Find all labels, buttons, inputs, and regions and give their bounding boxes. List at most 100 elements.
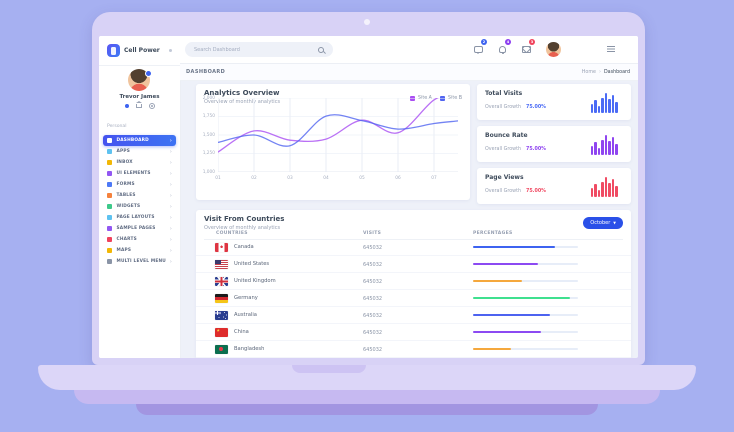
sidebar-item-dashboard[interactable]: DASHBOARD› xyxy=(103,135,176,146)
search-input[interactable] xyxy=(185,47,314,53)
page-layouts-icon xyxy=(107,215,112,220)
brand-logo-icon[interactable] xyxy=(107,44,120,57)
uk-flag-icon xyxy=(215,277,228,286)
multi-level-menu-icon xyxy=(107,259,112,264)
user-name: Trevor James xyxy=(99,94,180,100)
brand-name[interactable]: Cell Power xyxy=(124,47,160,54)
chevron-right-icon: › xyxy=(170,260,172,264)
dashboard-screen: Cell Power Trevor James Personal DASHBOA… xyxy=(99,36,638,358)
sidebar-item-tables[interactable]: TABLES› xyxy=(103,190,176,201)
gear-icon[interactable] xyxy=(149,103,155,109)
month-filter-button[interactable]: October▼ xyxy=(583,217,623,229)
divider xyxy=(99,65,180,66)
mini-bar xyxy=(605,93,607,113)
sidebar-item-widgets[interactable]: WIDGETS› xyxy=(103,201,176,212)
tables-icon xyxy=(107,193,112,198)
page-title: DASHBOARD xyxy=(186,69,225,75)
sidebar-item-apps[interactable]: APPS › xyxy=(103,146,176,157)
mini-bar xyxy=(605,177,607,197)
sidebar-item-ui-elements[interactable]: UI ELEMENTS› xyxy=(103,168,176,179)
germany-flag-icon xyxy=(215,294,228,303)
mini-bar xyxy=(608,141,610,155)
notifications-button[interactable]: 4 xyxy=(494,41,518,57)
mail-button[interactable]: 3 xyxy=(518,41,542,57)
breadcrumb-home-link[interactable]: Home xyxy=(582,70,596,75)
sidebar-item-inbox[interactable]: INBOX › xyxy=(103,157,176,168)
country-name: Bangladesh xyxy=(234,346,264,352)
mini-bar xyxy=(598,106,600,113)
country-name: United Kingdom xyxy=(234,278,276,284)
sidebar-item-label: MULTI LEVEL MENU xyxy=(117,259,166,264)
percentage-track xyxy=(473,246,578,248)
chevron-right-icon: › xyxy=(170,194,172,198)
stat-title: Bounce Rate xyxy=(485,132,528,139)
table-row-united-states: United States645032 xyxy=(196,256,631,273)
chevron-right-icon: › xyxy=(170,161,172,165)
table-row-germany: Germany645032 xyxy=(196,290,631,307)
mini-bar-chart xyxy=(591,133,621,155)
visits-value: 645032 xyxy=(363,262,382,268)
growth-label: Overall Growth xyxy=(485,147,521,152)
table-row-bangladesh: Bangladesh645032 xyxy=(196,341,631,358)
topbar-avatar[interactable] xyxy=(546,42,561,57)
sidebar-section-label: Personal xyxy=(107,124,127,129)
mini-bar xyxy=(598,190,600,197)
chevron-right-icon: › xyxy=(170,150,172,154)
card-title: Visit From Countries xyxy=(204,215,284,223)
chat-button[interactable]: 2 xyxy=(470,41,494,57)
y-tick-label: 1,500 xyxy=(197,133,215,138)
y-tick-label: 1,750 xyxy=(197,114,215,119)
sidebar-toggle-dot[interactable] xyxy=(169,49,172,52)
percentage-bar xyxy=(473,280,522,282)
sidebar-item-label: UI ELEMENTS xyxy=(117,171,151,176)
y-tick-label: 1,250 xyxy=(197,151,215,156)
hamburger-menu-icon[interactable] xyxy=(607,46,615,52)
mini-bar xyxy=(594,100,596,113)
search-bar[interactable] xyxy=(185,42,333,57)
sidebar-item-page-layouts[interactable]: PAGE LAYOUTS› xyxy=(103,212,176,223)
mini-bar xyxy=(591,104,593,113)
sidebar-item-label: APPS xyxy=(117,149,131,154)
visits-value: 645032 xyxy=(363,313,382,319)
percentage-bar xyxy=(473,331,541,333)
charts-icon xyxy=(107,237,112,242)
stat-title: Total Visits xyxy=(485,90,522,97)
percentage-track xyxy=(473,331,578,333)
bell-icon xyxy=(499,46,506,53)
sidebar-item-maps[interactable]: MAPS› xyxy=(103,245,176,256)
mini-bar xyxy=(612,179,614,197)
mini-bar xyxy=(615,186,617,197)
stat-title: Page Views xyxy=(485,174,524,181)
chevron-right-icon: › xyxy=(170,205,172,209)
mini-bar xyxy=(598,148,600,155)
mini-bar-chart xyxy=(591,175,621,197)
percentage-track xyxy=(473,348,578,350)
visits-value: 645032 xyxy=(363,279,382,285)
mini-bar xyxy=(615,144,617,155)
laptop-bezel: Cell Power Trevor James Personal DASHBOA… xyxy=(92,12,645,365)
laptop-base-shadow xyxy=(74,390,660,404)
search-icon[interactable] xyxy=(318,47,324,53)
sidebar-item-multi-level-menu[interactable]: MULTI LEVEL MENU › xyxy=(103,256,176,267)
sidebar-item-label: FORMS xyxy=(117,182,135,187)
chevron-right-icon: › xyxy=(170,227,172,231)
ui-elements-icon xyxy=(107,171,112,176)
percentage-bar xyxy=(473,297,570,299)
mini-bar xyxy=(601,140,603,155)
home-icon[interactable] xyxy=(136,104,142,108)
china-flag-icon xyxy=(215,328,228,337)
sidebar: Cell Power Trevor James Personal DASHBOA… xyxy=(99,36,181,358)
x-tick-label: 03 xyxy=(284,176,296,181)
messages-dot-icon[interactable] xyxy=(125,104,129,108)
table-row-australia: Australia645032 xyxy=(196,307,631,324)
breadcrumb: Home › Dashboard xyxy=(582,69,630,75)
visits-value: 645032 xyxy=(363,245,382,251)
sidebar-item-charts[interactable]: CHARTS› xyxy=(103,234,176,245)
sidebar-item-label: MAPS xyxy=(117,248,132,253)
mini-bar xyxy=(615,102,617,113)
sidebar-item-sample-pages[interactable]: SAMPLE PAGES› xyxy=(103,223,176,234)
sidebar-item-forms[interactable]: FORMS› xyxy=(103,179,176,190)
chat-badge: 2 xyxy=(481,39,487,45)
sidebar-item-label: INBOX xyxy=(117,160,133,165)
laptop-base xyxy=(38,365,696,390)
